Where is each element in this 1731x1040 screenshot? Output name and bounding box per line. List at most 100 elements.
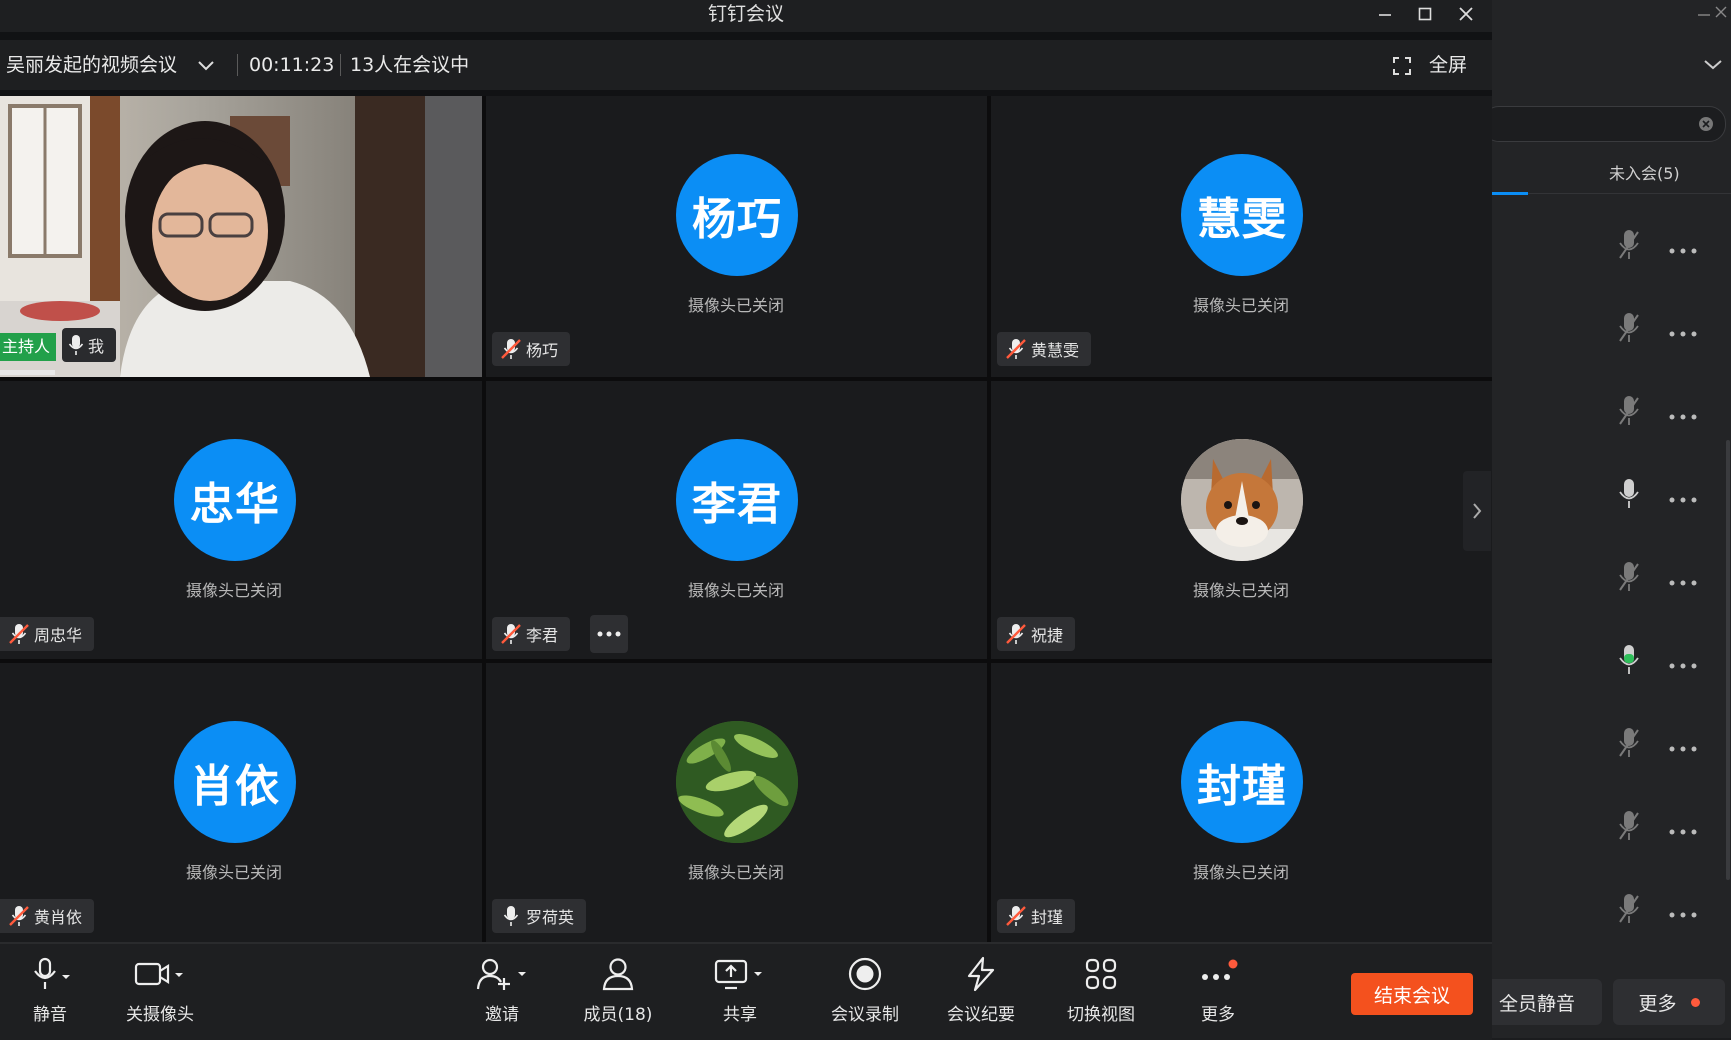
meeting-topic-dropdown[interactable]: 吴丽发起的视频会议 <box>6 40 215 90</box>
camera-off-status: 摄像头已关闭 <box>1192 863 1289 882</box>
member-mic-toggle[interactable] <box>1616 311 1642 349</box>
meeting-toolbar: 静音 关摄像头 邀请 成员(18) 共享 会议录制 会议纪要 切换视图 更多 结… <box>0 942 1492 1040</box>
fullscreen-icon <box>1393 56 1411 75</box>
next-page-button[interactable] <box>1463 471 1491 551</box>
member-mic-toggle[interactable] <box>1616 228 1642 266</box>
video-tile-huangxiaoyi[interactable]: 肖依 摄像头已关闭 黄肖依 <box>0 663 482 942</box>
participant-name: 黄肖依 <box>34 908 83 927</box>
avatar: 忠华 <box>174 439 296 561</box>
corgi-avatar-image <box>1181 439 1303 561</box>
microphone-muted-icon <box>1619 396 1639 425</box>
tab-not-joined[interactable]: 未入会(5) <box>1609 160 1680 184</box>
avatar: 封瑾 <box>1181 721 1303 843</box>
video-tile-zhujie[interactable]: 摄像头已关闭 祝捷 <box>991 381 1492 659</box>
notification-dot <box>1228 959 1238 969</box>
switch-view-button[interactable]: 切换视图 <box>1051 954 1151 1034</box>
member-search-input[interactable] <box>1492 106 1726 142</box>
more-label: 更多 <box>1201 1005 1235 1025</box>
participant-name: 黄慧雯 <box>1031 341 1080 360</box>
participant-name: 封瑾 <box>1031 908 1064 927</box>
video-tile-yangqiao[interactable]: 杨巧 摄像头已关闭 杨巧 <box>486 96 987 377</box>
mute-all-button[interactable]: 全员静音 <box>1492 979 1602 1025</box>
camera-off-status: 摄像头已关闭 <box>1192 296 1289 315</box>
participant-name: 杨巧 <box>526 341 559 360</box>
member-mic-toggle[interactable] <box>1616 643 1642 681</box>
member-more-button[interactable] <box>1668 821 1698 840</box>
video-tile-self[interactable]: 主持人 我 <box>0 96 482 377</box>
member-more-button[interactable] <box>1668 738 1698 757</box>
members-icon <box>602 958 634 991</box>
avatar: 慧雯 <box>1181 154 1303 276</box>
member-mic-toggle[interactable] <box>1616 477 1642 515</box>
members-button[interactable]: 成员(18) <box>568 954 668 1034</box>
member-more-button[interactable] <box>1668 655 1698 674</box>
end-meeting-button[interactable]: 结束会议 <box>1351 973 1473 1015</box>
member-mic-toggle[interactable] <box>1616 726 1642 764</box>
camera-off-status: 摄像头已关闭 <box>687 581 784 600</box>
camera-off-status: 摄像头已关闭 <box>185 581 282 600</box>
member-more-button[interactable] <box>1668 489 1698 508</box>
more-dots-icon <box>1669 414 1697 420</box>
invite-button[interactable]: 邀请 <box>452 954 552 1034</box>
member-more-button[interactable] <box>1668 323 1698 342</box>
active-tab-indicator <box>1492 192 1528 195</box>
window-title: 钉钉会议 <box>707 3 784 25</box>
add-user-icon <box>476 958 526 990</box>
video-tile-luohefu[interactable]: 摄像头已关闭 罗荷英 <box>486 663 987 942</box>
host-badge: 主持人 <box>0 333 57 361</box>
microphone-muted-icon <box>1006 624 1026 644</box>
maximize-button[interactable] <box>1405 0 1445 28</box>
member-mic-toggle[interactable] <box>1616 809 1642 847</box>
chevron-right-icon <box>1473 503 1482 519</box>
record-label: 会议录制 <box>831 1005 899 1025</box>
member-mic-toggle[interactable] <box>1616 394 1642 432</box>
microphone-muted-icon <box>501 339 521 359</box>
clear-icon[interactable] <box>1699 117 1713 131</box>
video-tile-lijun[interactable]: 李君 摄像头已关闭 李君 <box>486 381 987 659</box>
grid-view-icon <box>1085 958 1117 990</box>
participant-name: 罗荷英 <box>526 908 575 927</box>
share-label: 共享 <box>723 1005 757 1025</box>
panel-more-button[interactable]: 更多 <box>1613 979 1725 1025</box>
avatar: 李君 <box>676 439 798 561</box>
microphone-muted-icon <box>1619 562 1639 591</box>
more-button[interactable]: 更多 <box>1168 954 1268 1034</box>
member-list-scrollbar[interactable] <box>1726 440 1730 880</box>
camera-button[interactable]: 关摄像头 <box>100 954 220 1034</box>
member-mic-toggle[interactable] <box>1616 892 1642 930</box>
member-more-button[interactable] <box>1668 240 1698 259</box>
video-tile-fengjin[interactable]: 封瑾 摄像头已关闭 封瑾 <box>991 663 1492 942</box>
chevron-down-icon <box>1704 60 1722 70</box>
member-more-button[interactable] <box>1668 904 1698 923</box>
fullscreen-label: 全屏 <box>1429 54 1468 76</box>
microphone-muted-icon <box>1619 728 1639 757</box>
member-more-button[interactable] <box>1668 406 1698 425</box>
participant-more-button[interactable] <box>590 615 628 653</box>
video-tile-zhouzhonghua[interactable]: 忠华 摄像头已关闭 周忠华 <box>0 381 482 659</box>
member-mic-toggle[interactable] <box>1616 560 1642 598</box>
video-tile-huanghuiwen[interactable]: 慧雯 摄像头已关闭 黄慧雯 <box>991 96 1492 377</box>
share-button[interactable]: 共享 <box>690 954 790 1034</box>
panel-expand-button[interactable] <box>1703 56 1723 75</box>
panel-minimize-button[interactable] <box>1697 4 1711 23</box>
microphone-icon <box>34 957 70 989</box>
mute-button[interactable]: 静音 <box>0 954 100 1034</box>
microphone-muted-icon <box>1619 894 1639 923</box>
camera-off-status: 摄像头已关闭 <box>687 863 784 882</box>
panel-close-button[interactable] <box>1714 4 1728 23</box>
more-dots-icon <box>1669 912 1697 918</box>
fullscreen-button[interactable]: 全屏 <box>1393 40 1467 90</box>
minimize-button[interactable] <box>1365 0 1405 28</box>
microphone-muted-icon <box>1619 230 1639 259</box>
meeting-topic: 吴丽发起的视频会议 <box>6 54 178 76</box>
participant-name: 李君 <box>526 626 559 645</box>
nametag-zhouzhonghua: 周忠华 <box>0 617 95 651</box>
more-dots-icon <box>1669 248 1697 254</box>
microphone-muted-icon <box>1006 339 1026 359</box>
switch-view-label: 切换视图 <box>1067 1005 1135 1025</box>
member-more-button[interactable] <box>1668 572 1698 591</box>
record-button[interactable]: 会议录制 <box>815 954 915 1034</box>
minutes-button[interactable]: 会议纪要 <box>931 954 1031 1034</box>
close-button[interactable] <box>1446 0 1486 28</box>
microphone-muted-icon <box>501 624 521 644</box>
